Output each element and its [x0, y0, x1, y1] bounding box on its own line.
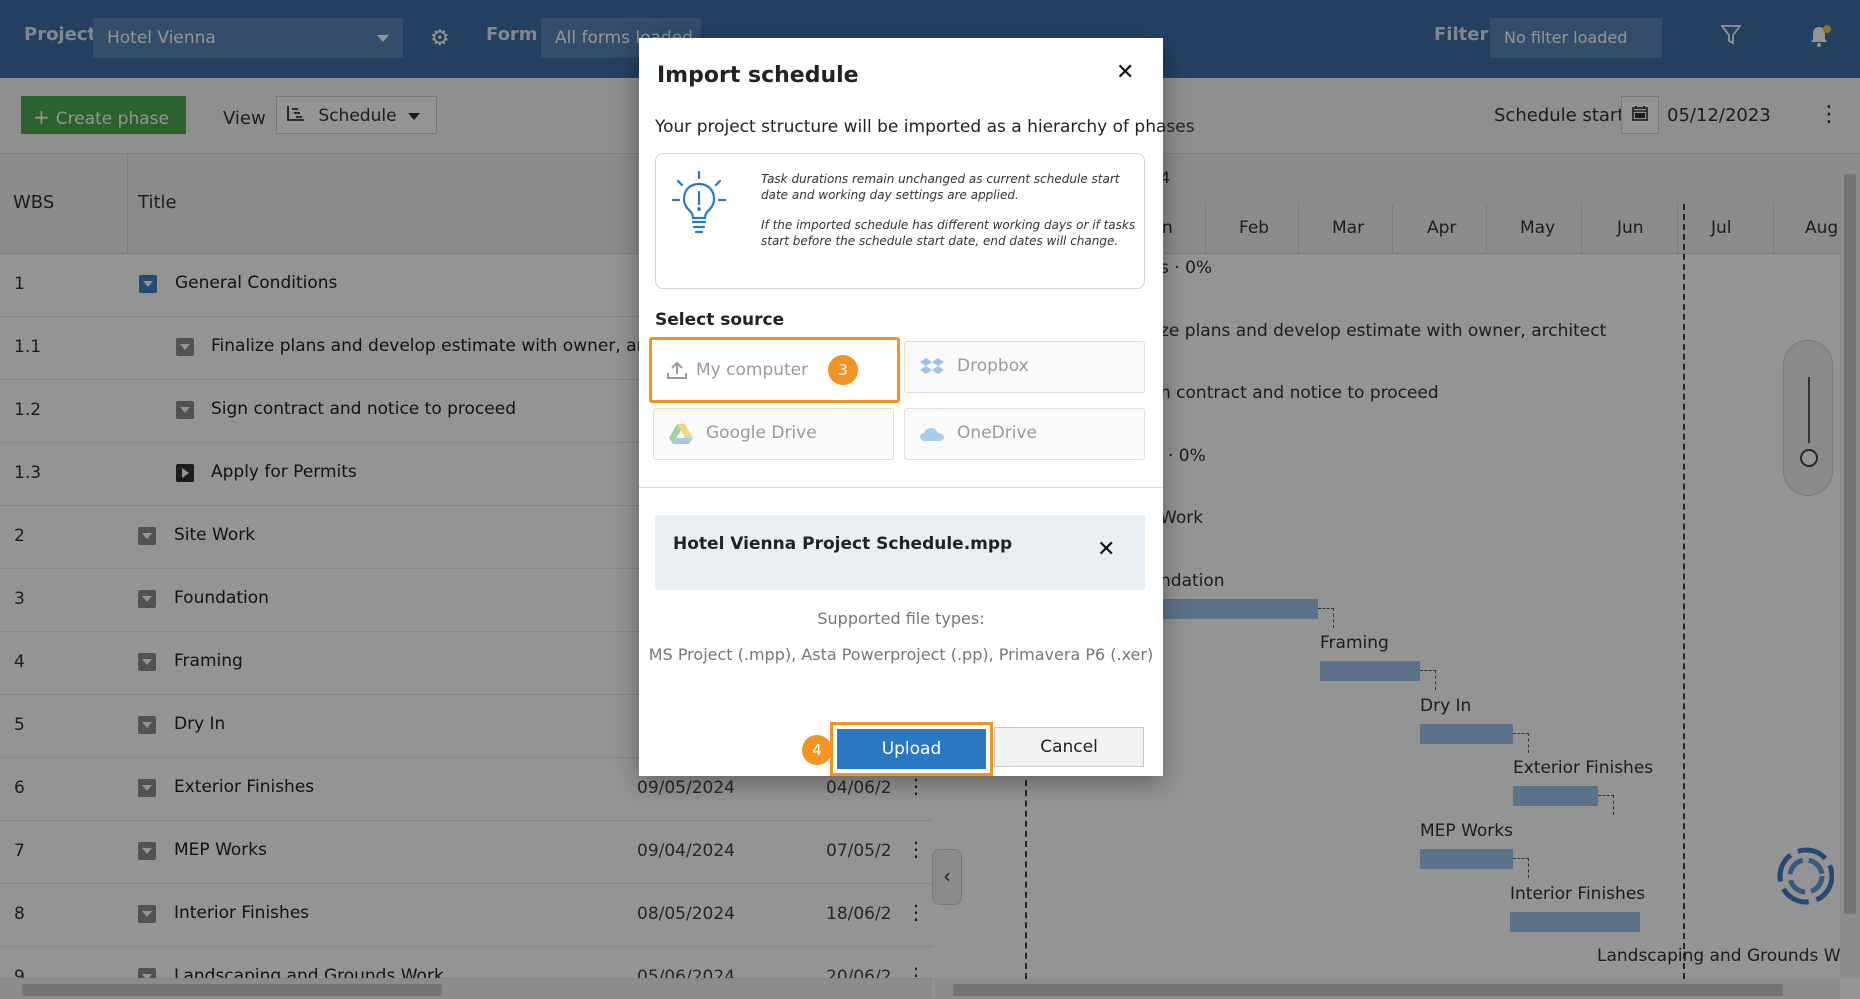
source-label: My computer	[696, 360, 809, 380]
source-label: OneDrive	[957, 423, 1037, 443]
selected-file: Hotel Vienna Project Schedule.mpp ✕	[655, 515, 1145, 590]
source-onedrive[interactable]: OneDrive	[904, 408, 1145, 460]
source-dropbox[interactable]: Dropbox	[904, 341, 1145, 393]
source-my-computer[interactable]: My computer 3	[649, 337, 900, 403]
upload-button[interactable]: Upload	[837, 729, 986, 769]
import-schedule-dialog: Import schedule ✕ Your project structure…	[639, 38, 1195, 776]
close-icon[interactable]: ✕	[1116, 60, 1134, 85]
source-google-drive[interactable]: Google Drive	[653, 408, 894, 460]
source-label: Google Drive	[706, 423, 817, 443]
info-note-2: If the imported schedule has different w…	[761, 218, 1136, 248]
info-panel: Task durations remain unchanged as curre…	[655, 153, 1145, 289]
upload-highlight: Upload	[830, 722, 993, 776]
source-label: Dropbox	[957, 356, 1029, 376]
lightbulb-icon	[672, 170, 726, 234]
supported-types-list: MS Project (.mpp), Asta Powerproject (.p…	[648, 645, 1154, 664]
dropbox-icon	[920, 358, 944, 374]
select-source-label: Select source	[655, 310, 785, 330]
info-note-1: Task durations remain unchanged as curre…	[761, 172, 1120, 202]
file-name: Hotel Vienna Project Schedule.mpp	[673, 534, 1013, 554]
dialog-title: Import schedule	[657, 63, 859, 88]
onedrive-icon	[920, 428, 944, 441]
upload-icon	[667, 361, 687, 379]
google-drive-icon	[669, 424, 693, 444]
info-note: Task durations remain unchanged as curre…	[761, 171, 1136, 249]
step-badge: 4	[802, 735, 832, 765]
step-badge: 3	[828, 355, 858, 385]
supported-types-label: Supported file types:	[817, 609, 985, 628]
remove-file-close-icon[interactable]: ✕	[1097, 537, 1115, 562]
dialog-divider	[639, 487, 1163, 488]
cancel-button[interactable]: Cancel	[994, 727, 1144, 767]
dialog-subtitle: Your project structure will be imported …	[655, 117, 1195, 137]
